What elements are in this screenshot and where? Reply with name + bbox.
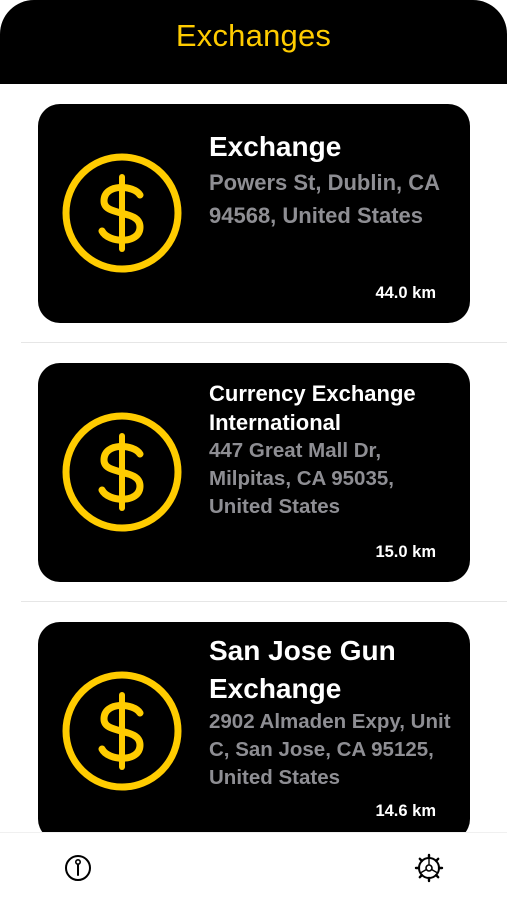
nav-bar: Exchanges: [0, 0, 507, 84]
dollar-coin-icon: [62, 671, 182, 791]
exchange-distance: 14.6 km: [375, 802, 436, 820]
exchange-distance: 44.0 km: [375, 284, 436, 302]
exchange-distance: 15.0 km: [375, 543, 436, 561]
exchange-card[interactable]: Exchange Powers St, Dublin, CA 94568, Un…: [38, 104, 470, 323]
exchange-address: Powers St, Dublin, CA 94568, United Stat…: [209, 170, 440, 228]
dollar-coin-icon: [62, 412, 182, 532]
list-item[interactable]: Currency Exchange International 447 Grea…: [0, 343, 507, 602]
exchange-card[interactable]: Currency Exchange International 447 Grea…: [38, 363, 470, 582]
exchanges-list[interactable]: Exchange Powers St, Dublin, CA 94568, Un…: [0, 84, 507, 832]
info-icon[interactable]: [63, 853, 93, 883]
page-title: Exchanges: [175, 18, 332, 53]
exchange-address: 2902 Almaden Expy, Unit C, San Jose, CA …: [209, 710, 451, 789]
exchange-address: 447 Great Mall Dr, Milpitas, CA 95035, U…: [209, 439, 394, 518]
exchange-card[interactable]: San Jose Gun Exchange 2902 Almaden Expy,…: [38, 622, 470, 832]
tab-bar: [0, 832, 507, 901]
dollar-coin-icon: [62, 153, 182, 273]
exchange-name: Currency Exchange International: [209, 381, 416, 435]
exchange-name: San Jose Gun Exchange: [209, 635, 396, 704]
exchange-name: Exchange: [209, 131, 342, 162]
settings-gear-icon[interactable]: [414, 853, 444, 883]
list-item[interactable]: Exchange Powers St, Dublin, CA 94568, Un…: [0, 84, 507, 343]
list-item[interactable]: San Jose Gun Exchange 2902 Almaden Expy,…: [0, 602, 507, 832]
